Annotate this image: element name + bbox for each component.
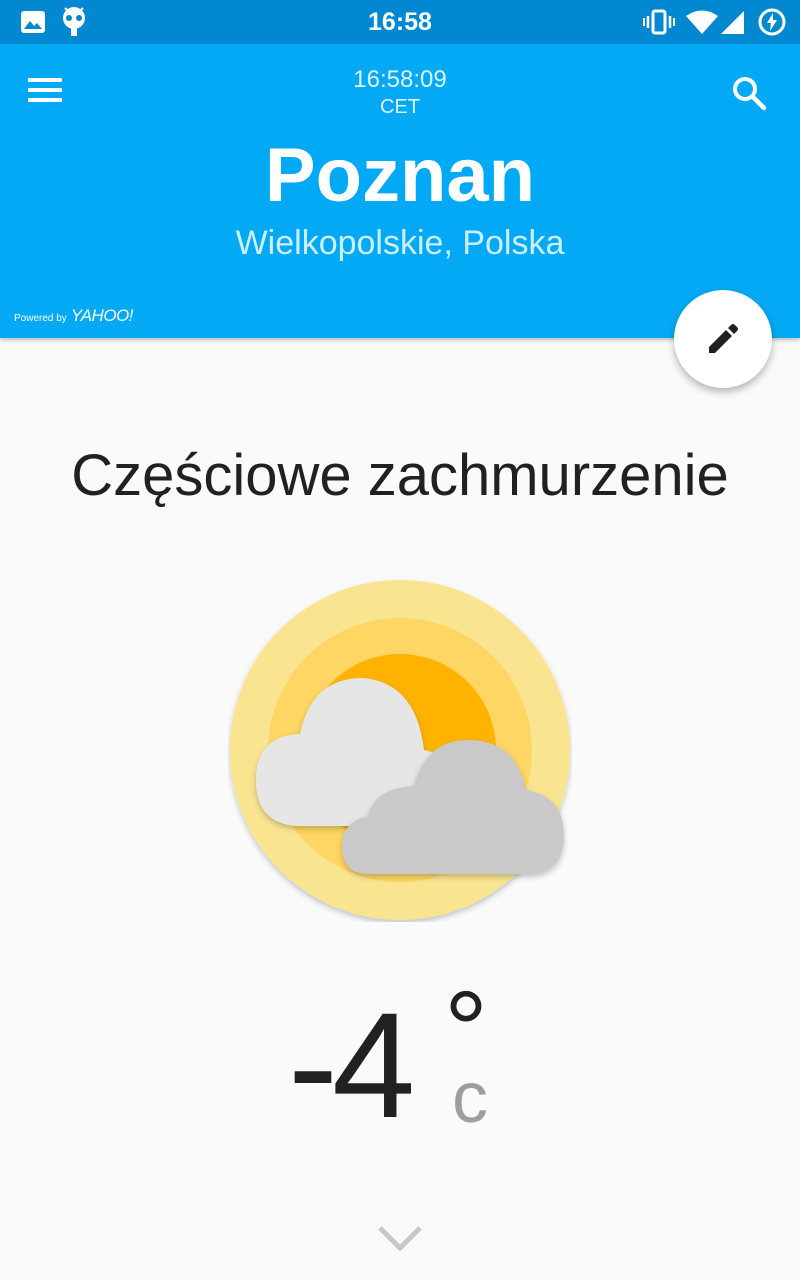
powered-by-yahoo: Powered by YAHOO! bbox=[14, 306, 134, 326]
status-time: 16:58 bbox=[368, 8, 432, 36]
pencil-icon bbox=[709, 324, 738, 353]
city-name: Poznan bbox=[264, 133, 536, 218]
vibrate-icon bbox=[642, 6, 676, 38]
expand-details-button[interactable] bbox=[376, 1222, 424, 1254]
search-button[interactable] bbox=[728, 72, 772, 116]
chevron-down-icon bbox=[378, 1226, 422, 1252]
signal-icon bbox=[718, 6, 746, 38]
region-name: Wielkopolskie, Polska bbox=[235, 224, 565, 262]
temperature-unit: c bbox=[452, 1058, 488, 1138]
edit-location-button[interactable] bbox=[674, 290, 772, 388]
battery-charging-icon bbox=[756, 6, 788, 38]
timezone-label: CET bbox=[380, 96, 420, 118]
status-bar: 16:58 bbox=[0, 0, 800, 44]
powered-by-label: Powered by bbox=[14, 313, 67, 324]
current-temperature: -4 ° c bbox=[288, 976, 518, 1160]
location-header: 16:58:09 CET Poznan Wielkopolskie, Polsk… bbox=[0, 44, 800, 338]
search-icon bbox=[733, 77, 767, 111]
local-clock: 16:58:09 bbox=[353, 66, 447, 93]
partly-cloudy-icon bbox=[228, 578, 572, 922]
temperature-value: -4 bbox=[288, 981, 415, 1149]
weather-condition: Częściowe zachmurzenie bbox=[71, 443, 729, 508]
wifi-icon bbox=[684, 6, 720, 38]
yahoo-logo: YAHOO! bbox=[70, 306, 134, 325]
